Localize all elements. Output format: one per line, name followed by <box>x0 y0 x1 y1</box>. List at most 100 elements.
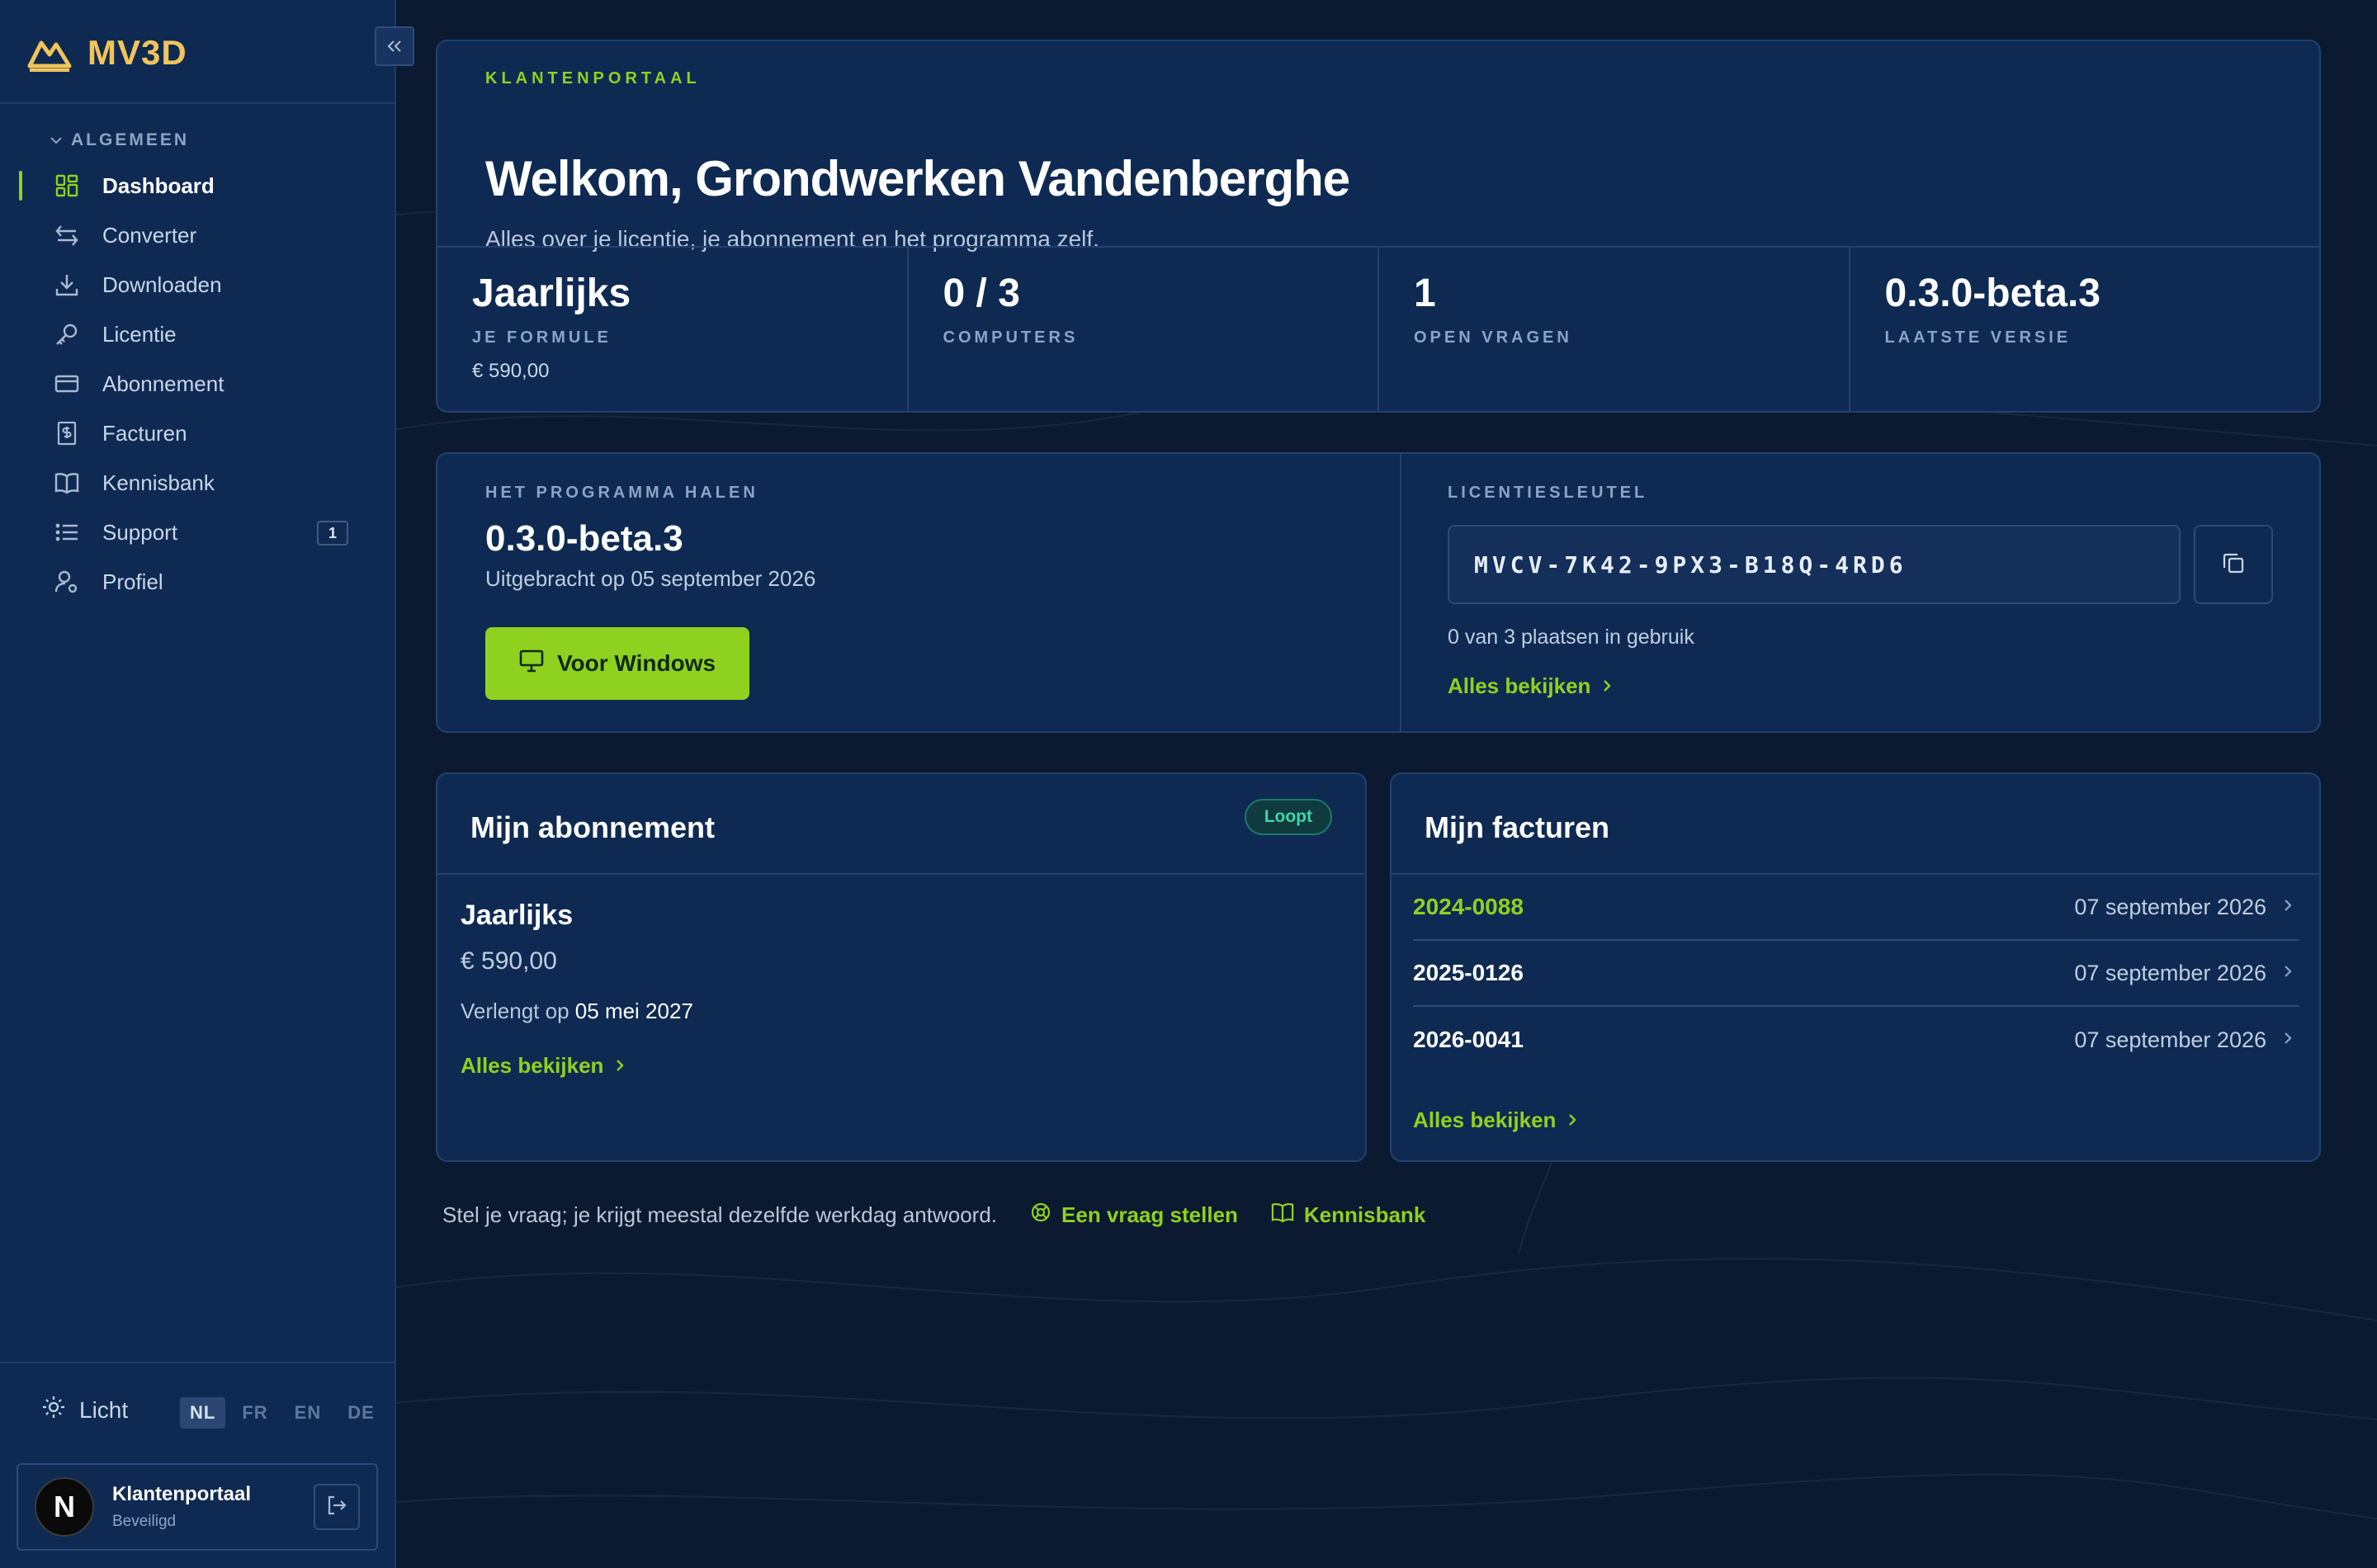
stat-value: 0.3.0-beta.3 <box>1884 272 2101 315</box>
chevrons-left-icon <box>385 34 404 59</box>
sidebar-item-facturen[interactable]: Facturen <box>0 409 395 458</box>
lang-option-nl[interactable]: NL <box>180 1397 226 1429</box>
sidebar-item-label: Downloaden <box>102 272 222 297</box>
chevron-right-icon <box>1567 1108 1577 1133</box>
link-label: Alles bekijken <box>1413 1108 1557 1132</box>
download-windows-button[interactable]: Voor Windows <box>485 627 749 700</box>
user-status: Beveiligd <box>112 1513 177 1530</box>
monitor-icon <box>519 649 544 678</box>
invoices-card: Mijn facturen 2024-0088 07 september 202… <box>1390 772 2321 1162</box>
brand-name: MV3D <box>87 33 187 72</box>
link-label: Alles bekijken <box>1448 673 1591 698</box>
card-header: Mijn abonnement Loopt <box>437 774 1365 875</box>
invoices-view-all-link[interactable]: Alles bekijken <box>1413 1108 1577 1133</box>
receipt-dollar-icon <box>53 419 81 447</box>
user-card: N Klantenportaal Beveiligd <box>17 1463 378 1551</box>
download-icon <box>53 271 81 299</box>
sidebar-item-kennisbank[interactable]: Kennisbank <box>0 458 395 508</box>
sidebar-item-support[interactable]: Support 1 <box>0 508 395 557</box>
lang-option-fr[interactable]: FR <box>232 1397 277 1429</box>
list-icon <box>53 518 81 546</box>
user-name: Klantenportaal <box>112 1483 252 1505</box>
sidebar-nav: Dashboard Converter Downloaden Licentie … <box>0 161 395 607</box>
book-open-icon <box>53 469 81 497</box>
sidebar-item-dashboard[interactable]: Dashboard <box>0 161 395 210</box>
chevron-right-icon <box>2283 895 2299 919</box>
knowledge-base-link[interactable]: Kennisbank <box>1271 1202 1425 1229</box>
download-license-card: HET PROGRAMMA HALEN 0.3.0-beta.3 Uitgebr… <box>436 452 2321 733</box>
download-panel: HET PROGRAMMA HALEN 0.3.0-beta.3 Uitgebr… <box>437 454 1401 731</box>
sun-icon <box>41 1395 66 1425</box>
swap-arrows-icon <box>53 221 81 249</box>
license-eyebrow: LICENTIESLEUTEL <box>1448 484 1648 502</box>
stat-open-questions: 1 OPEN VRAGEN <box>1379 248 1850 411</box>
grid-icon <box>53 172 81 200</box>
key-icon <box>53 320 81 348</box>
invoice-number: 2026-0041 <box>1413 1027 1524 1052</box>
theme-toggle[interactable]: Licht <box>41 1395 128 1425</box>
page-title: Welkom, Grondwerken Vandenberghe <box>485 151 1350 206</box>
sidebar-divider <box>0 1362 395 1363</box>
release-date: Uitgebracht op 05 september 2026 <box>485 566 816 591</box>
book-open-icon <box>1271 1202 1294 1229</box>
sidebar-divider <box>0 102 395 104</box>
chevron-right-icon <box>1602 673 1612 699</box>
lang-option-en[interactable]: EN <box>285 1397 332 1429</box>
sidebar-item-label: Kennisbank <box>102 470 215 495</box>
stat-value: 1 <box>1414 272 1436 315</box>
invoice-row[interactable]: 2026-0041 07 september 2026 <box>1413 1007 2299 1073</box>
sidebar-item-converter[interactable]: Converter <box>0 210 395 260</box>
collapse-sidebar-button[interactable] <box>375 26 414 66</box>
license-key-field[interactable]: MVCV-7K42-9PX3-B18Q-4RD6 <box>1448 525 2181 604</box>
download-eyebrow: HET PROGRAMMA HALEN <box>485 484 758 502</box>
support-count-badge: 1 <box>317 521 348 545</box>
copy-key-button[interactable] <box>2194 525 2273 604</box>
invoice-number: 2024-0088 <box>1413 894 1524 919</box>
invoice-date: 07 september 2026 <box>2074 894 2266 919</box>
user-info: Klantenportaal Beveiligd <box>112 1483 314 1531</box>
link-label: Alles bekijken <box>461 1053 604 1078</box>
logout-button[interactable] <box>314 1484 360 1530</box>
invoice-list: 2024-0088 07 september 2026 2025-0126 07… <box>1413 875 2299 1073</box>
license-view-all-link[interactable]: Alles bekijken <box>1448 673 1612 699</box>
chevron-right-icon <box>615 1053 625 1079</box>
sidebar-item-licentie[interactable]: Licentie <box>0 309 395 359</box>
stat-label: LAATSTE VERSIE <box>1884 328 2072 347</box>
invoices-title: Mijn facturen <box>1425 810 1610 844</box>
chevron-right-icon <box>2283 1028 2299 1051</box>
sidebar-item-label: Support <box>102 519 178 545</box>
renewal-prefix: Verlengt op <box>461 999 569 1023</box>
help-text: Stel je vraag; je krijgt meestal dezelfd… <box>442 1202 998 1227</box>
sidebar-item-profiel[interactable]: Profiel <box>0 557 395 607</box>
invoice-date: 07 september 2026 <box>2074 1027 2266 1052</box>
stat-value: Jaarlijks <box>472 272 631 315</box>
chevron-right-icon <box>2283 961 2299 985</box>
card-header: Mijn facturen <box>1392 774 2319 875</box>
status-badge: Loopt <box>1244 799 1332 835</box>
renewal-date: 05 mei 2027 <box>574 999 693 1023</box>
subscription-title: Mijn abonnement <box>470 810 715 844</box>
invoice-row[interactable]: 2024-0088 07 september 2026 <box>1413 875 2299 941</box>
theme-label: Licht <box>79 1396 129 1423</box>
chevron-down-icon <box>50 130 63 150</box>
lang-option-de[interactable]: DE <box>338 1397 385 1429</box>
subscription-view-all-link[interactable]: Alles bekijken <box>461 1053 625 1079</box>
stat-computers: 0 / 3 COMPUTERS <box>909 248 1379 411</box>
stat-label: COMPUTERS <box>943 328 1079 347</box>
mountain-logo-icon <box>26 33 73 73</box>
sidebar-item-label: Facturen <box>102 420 187 446</box>
avatar[interactable]: N <box>35 1477 94 1537</box>
sidebar: MV3D ALGEMEEN Dashboard Converter Downlo… <box>0 0 396 1568</box>
sidebar-item-downloaden[interactable]: Downloaden <box>0 260 395 309</box>
link-label: Kennisbank <box>1303 1202 1426 1227</box>
ask-question-link[interactable]: Een vraag stellen <box>1030 1202 1238 1229</box>
invoice-row[interactable]: 2025-0126 07 september 2026 <box>1413 941 2299 1007</box>
sidebar-item-abonnement[interactable]: Abonnement <box>0 359 395 409</box>
sidebar-item-label: Converter <box>102 222 197 248</box>
lifebuoy-icon <box>1030 1202 1051 1229</box>
stat-sub: € 590,00 <box>472 360 550 382</box>
brand[interactable]: MV3D <box>26 31 187 74</box>
sidebar-item-label: Licentie <box>102 321 177 347</box>
copy-icon <box>2220 550 2247 580</box>
section-toggle-algemeen[interactable]: ALGEMEEN <box>50 130 189 150</box>
